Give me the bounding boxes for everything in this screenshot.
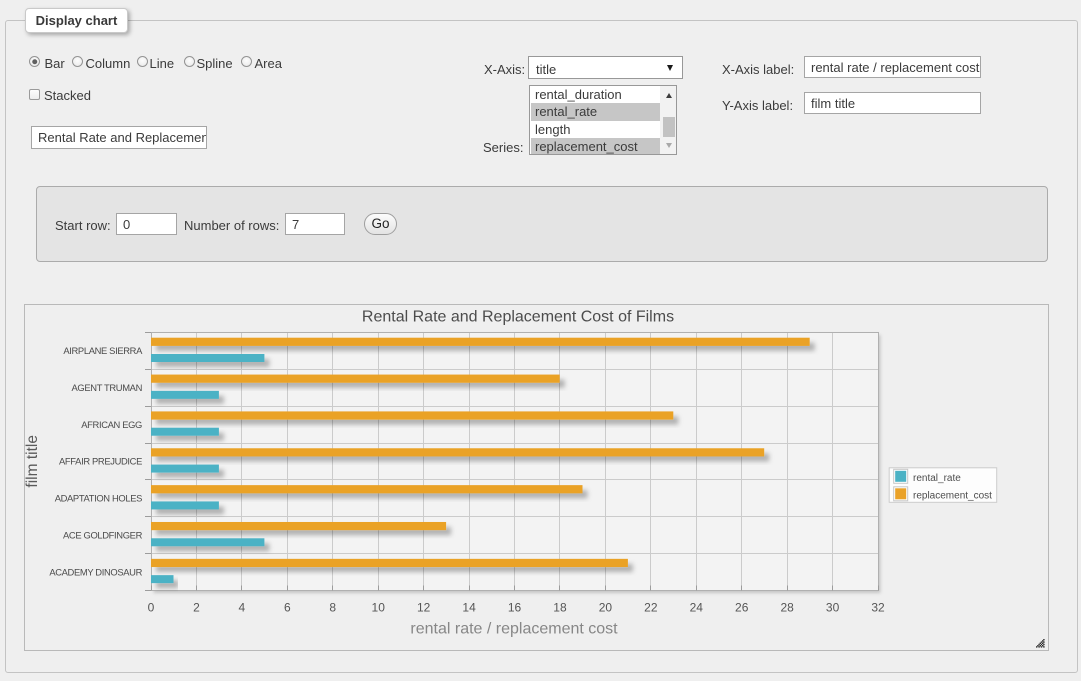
svg-text:18: 18	[553, 601, 567, 615]
svg-text:12: 12	[417, 601, 431, 615]
svg-text:AIRPLANE SIERRA: AIRPLANE SIERRA	[63, 345, 143, 356]
svg-text:20: 20	[599, 601, 613, 615]
svg-text:14: 14	[462, 601, 476, 615]
svg-text:8: 8	[329, 601, 336, 615]
svg-text:16: 16	[508, 601, 522, 615]
svg-text:30: 30	[826, 601, 840, 615]
svg-text:28: 28	[780, 601, 794, 615]
svg-text:24: 24	[690, 601, 704, 615]
svg-text:ACADEMY DINOSAUR: ACADEMY DINOSAUR	[49, 566, 142, 577]
svg-text:32: 32	[871, 601, 885, 615]
svg-text:ADAPTATION HOLES: ADAPTATION HOLES	[55, 493, 142, 504]
svg-text:film title: film title	[25, 435, 41, 488]
svg-text:10: 10	[372, 601, 386, 615]
svg-text:Rental Rate and Replacement Co: Rental Rate and Replacement Cost of Film…	[362, 309, 674, 326]
svg-text:4: 4	[239, 601, 246, 615]
svg-text:26: 26	[735, 601, 749, 615]
svg-text:rental rate / replacement cost: rental rate / replacement cost	[410, 621, 618, 638]
svg-text:AFFAIR PREJUDICE: AFFAIR PREJUDICE	[59, 456, 142, 467]
svg-text:6: 6	[284, 601, 291, 615]
svg-text:22: 22	[644, 601, 658, 615]
svg-text:0: 0	[148, 601, 155, 615]
svg-text:rental_rate: rental_rate	[913, 473, 961, 484]
svg-text:AGENT TRUMAN: AGENT TRUMAN	[72, 382, 142, 393]
svg-text:ACE GOLDFINGER: ACE GOLDFINGER	[63, 529, 143, 540]
svg-text:replacement_cost: replacement_cost	[913, 491, 992, 502]
svg-text:AFRICAN EGG: AFRICAN EGG	[81, 419, 142, 430]
svg-text:2: 2	[193, 601, 200, 615]
